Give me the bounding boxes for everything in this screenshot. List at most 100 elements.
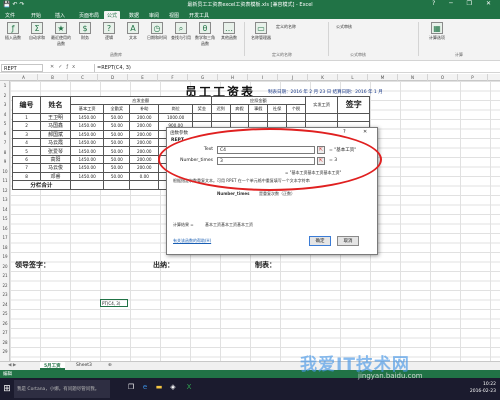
column-header[interactable]: L [338,74,368,81]
row-header[interactable]: 16 [0,226,10,231]
system-tray[interactable]: 10:22 2016-02-23 [470,381,496,395]
store-icon[interactable]: ◈ [168,383,178,394]
cell-no[interactable]: 3 [11,129,42,139]
column-header[interactable]: K [308,74,338,81]
cell-name[interactable]: 马云俊 [40,163,71,173]
add-sheet-icon[interactable]: ⊕ [104,362,116,370]
name-manager-button[interactable]: ▭ 名称管理器 [250,22,272,48]
column-header[interactable]: E [128,74,158,81]
row-header[interactable]: 2 [0,93,10,98]
tab-home[interactable]: 开始 [28,11,44,19]
column-header[interactable]: G [188,74,218,81]
column-header[interactable]: C [68,74,98,81]
active-cell[interactable]: PT(C4, 3) [100,299,128,307]
row-header[interactable]: 17 [0,235,10,240]
tab-review[interactable]: 审阅 [146,11,162,19]
column-header[interactable]: A [10,74,38,81]
name-box[interactable]: REPT [1,64,43,72]
cell-att[interactable]: 50.00 [103,137,131,148]
cell-base[interactable]: 1450.00 [69,163,105,173]
cell-name[interactable]: 郝国斌 [40,129,71,139]
cell-base[interactable]: 1450.00 [69,154,105,165]
cell-no[interactable]: 1 [11,112,42,123]
cell-allow[interactable]: 0.00 [129,171,160,181]
define-name-button[interactable]: 定义的名称 [276,24,324,50]
cell-empty[interactable] [210,112,231,123]
ok-button[interactable]: 确定 [309,236,331,246]
formula-input[interactable]: =REPT(C4, 3) [94,64,498,72]
cell-allow[interactable]: 200.00 [129,129,160,139]
row-header[interactable]: 23 [0,292,10,297]
autosum-button[interactable]: Σ 自动求和 [26,22,48,48]
tab-developer[interactable]: 开发工具 [186,11,212,19]
column-header[interactable]: P [458,74,488,81]
cell-name[interactable]: 马云霞 [40,137,71,148]
financial-button[interactable]: $ 财务 [74,22,96,48]
cell-att[interactable]: 50.00 [103,146,131,156]
cell-att[interactable]: 50.00 [103,121,131,131]
cell-empty[interactable] [229,112,250,123]
row-header[interactable]: 25 [0,311,10,316]
cell-allow[interactable]: 200.00 [129,146,160,156]
cell-base[interactable]: 1450.00 [69,129,105,139]
row-header[interactable]: 13 [0,197,10,202]
tab-page-layout[interactable]: 页面布局 [76,11,102,19]
row-header[interactable]: 29 [0,349,10,354]
row-header[interactable]: 27 [0,330,10,335]
cell-no[interactable]: 5 [11,146,42,156]
cell-empty[interactable] [304,112,339,123]
row-header[interactable]: 20 [0,264,10,269]
cell-allow[interactable]: 200.00 [129,112,160,123]
row-header[interactable]: 6 [0,131,10,136]
date-time-button[interactable]: ◷ 日期和时间 [146,22,168,48]
recent-functions-button[interactable]: ★ 最近使用的函数 [50,22,72,48]
row-header[interactable]: 7 [0,140,10,145]
row-header[interactable]: 15 [0,216,10,221]
row-header[interactable]: 19 [0,254,10,259]
cell-empty[interactable] [191,112,212,123]
column-header[interactable]: H [218,74,248,81]
tab-insert[interactable]: 插入 [52,11,68,19]
cell-empty[interactable] [337,112,370,123]
cell-name[interactable]: 高阳 [40,154,71,165]
cell-att[interactable]: 50.00 [103,112,131,123]
column-header[interactable]: J [278,74,308,81]
more-functions-button[interactable]: … 其他函数 [218,22,240,48]
sheet-tab-sheet3[interactable]: Sheet3 [72,362,96,370]
cell-allow[interactable]: 200.00 [129,137,160,148]
cell-name[interactable]: 马国鑫 [40,121,71,131]
cortana-search-box[interactable]: 我是 Cortana，小娜。有问题尽管问我。 [14,380,110,398]
row-header[interactable]: 14 [0,207,10,212]
math-trig-button[interactable]: θ 数学和三角函数 [194,22,216,48]
cell-empty[interactable] [248,112,269,123]
sheet-nav-icon[interactable]: ◀ ▶ [4,362,20,370]
row-header[interactable]: 4 [0,112,10,117]
excel-taskbar-icon[interactable]: X [184,383,194,394]
cell-att[interactable]: 50.00 [103,163,131,173]
row-header[interactable]: 22 [0,283,10,288]
cell-att[interactable]: 50.00 [103,129,131,139]
cell-post[interactable]: 1000.00 [158,112,193,123]
column-header[interactable]: D [98,74,128,81]
windows-start-icon[interactable]: ⊞ [0,378,14,400]
tab-file[interactable]: 文件 [2,11,18,19]
window-controls[interactable]: ? ─ ❐ ✕ [432,0,497,7]
row-header[interactable]: 11 [0,178,10,183]
column-header[interactable]: B [38,74,68,81]
cell-att[interactable]: 50.00 [103,154,131,165]
lookup-button[interactable]: ⌕ 查找与引用 [170,22,192,48]
row-header[interactable]: 21 [0,273,10,278]
cell-name[interactable]: 王卫明 [40,112,71,123]
cell-name[interactable]: 邓睿 [40,171,71,181]
cancel-button[interactable]: 取消 [337,236,359,246]
column-header[interactable]: N [398,74,428,81]
column-header[interactable]: M [368,74,398,81]
cell-allow[interactable]: 200.00 [129,121,160,131]
cell-no[interactable]: 8 [11,171,42,181]
insert-function-button[interactable]: ƒ 插入函数 [2,22,24,48]
sheet-tab-may-salary[interactable]: 5月工资 [40,362,65,370]
file-explorer-icon[interactable]: ▬ [154,383,164,394]
cell-att[interactable]: 50.00 [103,171,131,181]
cell-allow[interactable]: 200.00 [129,154,160,165]
row-header[interactable]: 28 [0,340,10,345]
